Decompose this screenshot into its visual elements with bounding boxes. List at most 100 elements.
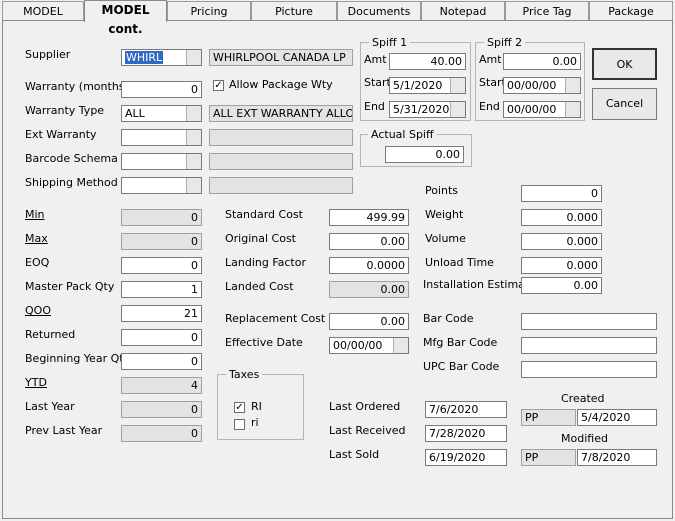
- standard-cost-input[interactable]: 499.99: [329, 209, 409, 226]
- warranty-type-combo[interactable]: ALL: [121, 105, 202, 122]
- volume-input[interactable]: 0.000: [521, 233, 602, 250]
- installation-estimate-input[interactable]: 0.00: [521, 277, 602, 294]
- created-label: Created: [561, 392, 605, 405]
- tab-notepad[interactable]: Notepad: [421, 1, 505, 20]
- installation-estimate-label: Installation Estimate: [423, 278, 537, 291]
- last-year-value: 0: [121, 401, 202, 418]
- shipping-method-label: Shipping Method: [25, 176, 118, 189]
- allow-package-wty-checkbox[interactable]: ✓: [213, 80, 224, 91]
- calendar-icon[interactable]: [393, 338, 408, 353]
- returned-input[interactable]: 0: [121, 329, 202, 346]
- chevron-down-icon[interactable]: [186, 106, 201, 121]
- spiff1-start-label: Start: [364, 76, 391, 89]
- warranty-type-value: ALL: [125, 107, 145, 120]
- unload-time-input[interactable]: 0.000: [521, 257, 602, 274]
- prev-last-year-label: Prev Last Year: [25, 424, 103, 437]
- spiff1-end-value: 5/31/2020: [393, 103, 450, 116]
- eoq-input[interactable]: 0: [121, 257, 202, 274]
- master-pack-qty-input[interactable]: 1: [121, 281, 202, 298]
- tax-ri-checkbox[interactable]: ✓: [234, 402, 245, 413]
- tax-ri-label: RI: [251, 400, 262, 413]
- created-by: PP: [521, 409, 576, 426]
- last-sold-input[interactable]: 6/19/2020: [425, 449, 507, 466]
- spiff1-start-picker[interactable]: 5/1/2020: [389, 77, 466, 94]
- effective-date-picker[interactable]: 00/00/00: [329, 337, 409, 354]
- landing-factor-label: Landing Factor: [225, 256, 307, 269]
- spiff2-start-label: Start: [479, 76, 506, 89]
- spiff1-amt-input[interactable]: 40.00: [389, 53, 466, 70]
- calendar-icon[interactable]: [565, 78, 580, 93]
- tab-picture[interactable]: Picture: [251, 1, 337, 20]
- ytd-value: 4: [121, 377, 202, 394]
- spiff2-end-picker[interactable]: 00/00/00: [503, 101, 581, 118]
- modified-by: PP: [521, 449, 576, 466]
- original-cost-input[interactable]: 0.00: [329, 233, 409, 250]
- ext-warranty-combo[interactable]: [121, 129, 202, 146]
- last-ordered-input[interactable]: 7/6/2020: [425, 401, 507, 418]
- spiff2-amt-input[interactable]: 0.00: [503, 53, 581, 70]
- effective-date-label: Effective Date: [225, 336, 303, 349]
- barcode-schema-combo[interactable]: [121, 153, 202, 170]
- calendar-icon[interactable]: [450, 102, 465, 117]
- chevron-down-icon[interactable]: [186, 50, 201, 65]
- warranty-type-desc: ALL EXT WARRANTY ALLO: [209, 105, 353, 122]
- spiff1-end-label: End: [364, 100, 385, 113]
- actual-spiff-title: Actual Spiff: [368, 128, 437, 141]
- spiff2-start-value: 00/00/00: [507, 79, 557, 92]
- actual-spiff-input[interactable]: 0.00: [385, 146, 464, 163]
- ytd-label[interactable]: YTD: [25, 376, 47, 390]
- min-label[interactable]: Min: [25, 208, 45, 222]
- tab-model-cont[interactable]: MODEL cont.: [84, 0, 167, 36]
- chevron-down-icon[interactable]: [186, 178, 201, 193]
- ext-warranty-desc: [209, 129, 353, 146]
- replacement-cost-input[interactable]: 0.00: [329, 313, 409, 330]
- calendar-icon[interactable]: [565, 102, 580, 117]
- calendar-icon[interactable]: [450, 78, 465, 93]
- qoo-input[interactable]: 21: [121, 305, 202, 322]
- tab-documents[interactable]: Documents: [337, 1, 421, 20]
- warranty-type-label: Warranty Type: [25, 104, 105, 117]
- max-label[interactable]: Max: [25, 232, 48, 246]
- master-pack-qty-label: Master Pack Qty: [25, 280, 115, 293]
- warranty-months-input[interactable]: 0: [121, 81, 202, 98]
- max-value: 0: [121, 233, 202, 250]
- last-received-input[interactable]: 7/28/2020: [425, 425, 507, 442]
- tax-ri-lower-checkbox[interactable]: [234, 419, 245, 430]
- supplier-combo[interactable]: WHIRL: [121, 49, 202, 66]
- spiff2-end-value: 00/00/00: [507, 103, 557, 116]
- weight-input[interactable]: 0.000: [521, 209, 602, 226]
- tab-price-tag[interactable]: Price Tag: [505, 1, 589, 20]
- standard-cost-label: Standard Cost: [225, 208, 303, 221]
- landed-cost-value: 0.00: [329, 281, 409, 298]
- weight-label: Weight: [425, 208, 464, 221]
- tab-pricing[interactable]: Pricing: [167, 1, 251, 20]
- tab-model[interactable]: MODEL: [2, 1, 84, 20]
- warranty-months-label: Warranty (months): [25, 80, 129, 93]
- bar-code-input[interactable]: [521, 313, 657, 330]
- spiff1-amt-label: Amt: [364, 53, 387, 66]
- eoq-label: EOQ: [25, 256, 50, 269]
- barcode-schema-desc: [209, 153, 353, 170]
- points-input[interactable]: 0: [521, 185, 602, 202]
- mfg-bar-code-input[interactable]: [521, 337, 657, 354]
- qoo-label[interactable]: QOO: [25, 304, 51, 318]
- shipping-method-combo[interactable]: [121, 177, 202, 194]
- chevron-down-icon[interactable]: [186, 154, 201, 169]
- original-cost-label: Original Cost: [225, 232, 296, 245]
- ok-button[interactable]: OK: [592, 48, 657, 80]
- chevron-down-icon[interactable]: [186, 130, 201, 145]
- allow-package-wty-label: Allow Package Wty: [229, 78, 333, 91]
- spiff1-end-picker[interactable]: 5/31/2020: [389, 101, 466, 118]
- beginning-year-qty-label: Beginning Year Qty: [25, 352, 131, 365]
- modified-label: Modified: [561, 432, 608, 445]
- tab-package[interactable]: Package: [589, 1, 673, 20]
- unload-time-label: Unload Time: [425, 256, 494, 269]
- landing-factor-input[interactable]: 0.0000: [329, 257, 409, 274]
- supplier-code: WHIRL: [125, 51, 164, 64]
- upc-bar-code-input[interactable]: [521, 361, 657, 378]
- beginning-year-qty-input[interactable]: 0: [121, 353, 202, 370]
- spiff2-start-picker[interactable]: 00/00/00: [503, 77, 581, 94]
- spiff2-title: Spiff 2: [484, 36, 526, 49]
- points-label: Points: [425, 184, 459, 197]
- cancel-button[interactable]: Cancel: [592, 88, 657, 120]
